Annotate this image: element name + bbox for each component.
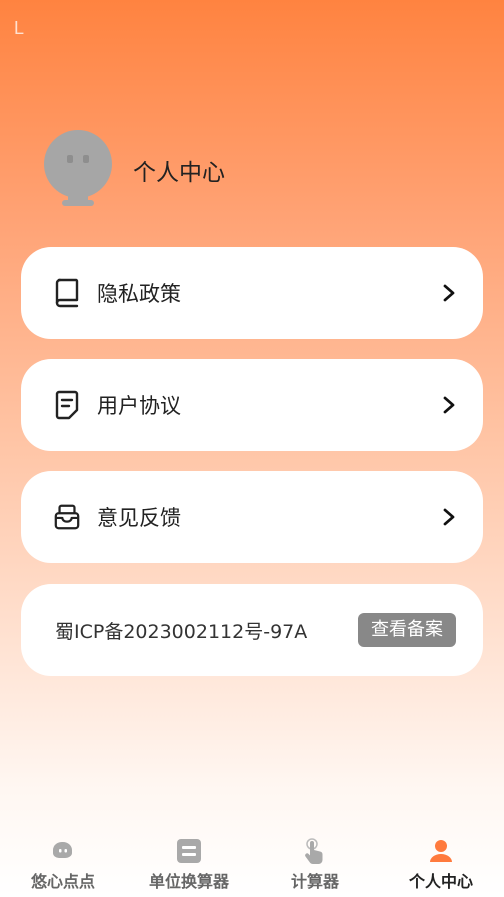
avatar[interactable] xyxy=(44,130,112,210)
tab-label: 单位换算器 xyxy=(148,872,229,891)
profile-header: 个人中心 xyxy=(44,130,225,210)
tab-label: 悠心点点 xyxy=(30,872,95,891)
book-icon xyxy=(53,277,81,309)
bottom-tab-bar: 悠心点点 单位换算器 计算器 个人中心 xyxy=(0,831,504,897)
status-indicator: L xyxy=(14,18,25,38)
chat-bubble-icon xyxy=(49,837,77,865)
tab-unit-converter[interactable]: 单位换算器 xyxy=(126,831,252,897)
converter-icon xyxy=(175,837,203,865)
icp-record-text: 蜀ICP备2023002112号-97A xyxy=(55,620,308,643)
chevron-right-icon xyxy=(443,396,455,414)
tab-label: 计算器 xyxy=(290,872,339,891)
tab-youxin-diandian[interactable]: 悠心点点 xyxy=(0,831,126,897)
icp-record-card: 蜀ICP备2023002112号-97A 查看备案 xyxy=(21,584,483,676)
view-icp-record-button[interactable]: 查看备案 xyxy=(358,613,456,647)
hand-tap-icon xyxy=(301,837,329,865)
chevron-right-icon xyxy=(443,508,455,526)
avatar-bubble-icon xyxy=(44,130,112,206)
tab-label: 个人中心 xyxy=(408,872,473,891)
document-icon xyxy=(53,389,81,421)
profile-title: 个人中心 xyxy=(133,160,225,186)
menu-item-user-agreement[interactable]: 用户协议 xyxy=(21,359,483,451)
inbox-icon xyxy=(53,501,81,533)
menu-item-feedback[interactable]: 意见反馈 xyxy=(21,471,483,563)
menu-item-privacy-policy[interactable]: 隐私政策 xyxy=(21,247,483,339)
menu-item-label: 隐私政策 xyxy=(97,282,181,306)
tab-personal-center[interactable]: 个人中心 xyxy=(378,831,504,897)
tab-calculator[interactable]: 计算器 xyxy=(252,831,378,897)
user-icon xyxy=(427,837,455,865)
chevron-right-icon xyxy=(443,284,455,302)
menu-item-label: 意见反馈 xyxy=(97,506,181,530)
menu-item-label: 用户协议 xyxy=(97,394,181,418)
